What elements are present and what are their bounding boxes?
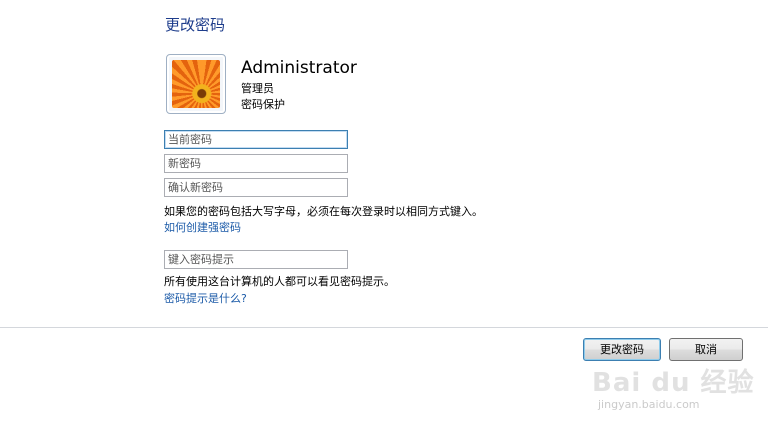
watermark-logo: Bai du 经验 <box>592 368 755 398</box>
user-role: 管理员 <box>241 82 274 95</box>
cancel-button[interactable]: 取消 <box>669 338 743 361</box>
case-sensitivity-note: 如果您的密码包括大写字母，必须在每次登录时以相同方式键入。 <box>164 205 483 218</box>
footer-divider <box>0 327 768 328</box>
current-password-input[interactable] <box>164 130 348 149</box>
what-is-hint-link[interactable]: 密码提示是什么? <box>164 290 247 306</box>
strong-password-link[interactable]: 如何创建强密码 <box>164 219 241 235</box>
new-password-input[interactable] <box>164 154 348 173</box>
hint-visibility-note: 所有使用这台计算机的人都可以看见密码提示。 <box>164 275 395 288</box>
change-password-button[interactable]: 更改密码 <box>583 338 661 361</box>
password-hint-input[interactable] <box>164 250 348 269</box>
user-avatar <box>166 54 226 114</box>
confirm-password-input[interactable] <box>164 178 348 197</box>
user-status: 密码保护 <box>241 98 285 111</box>
watermark-url: jingyan.baidu.com <box>598 398 700 411</box>
page-title: 更改密码 <box>165 16 226 34</box>
flower-avatar-icon <box>172 60 220 108</box>
user-name: Administrator <box>241 58 357 78</box>
